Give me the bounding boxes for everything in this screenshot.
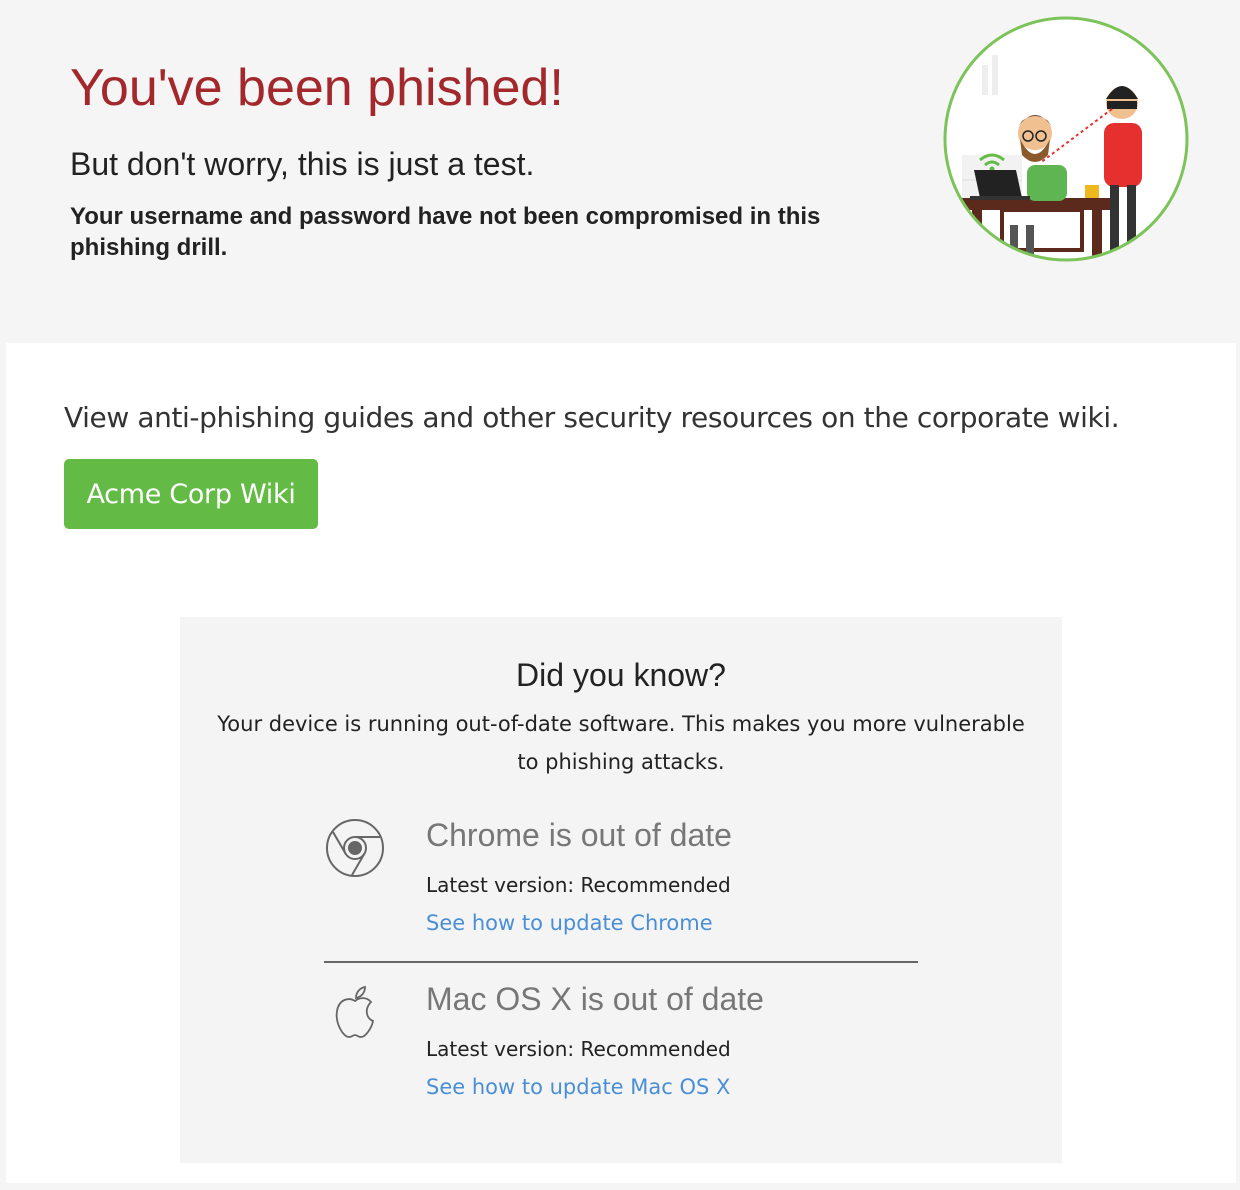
did-you-know-title: Did you know? [516,657,726,693]
section-divider [324,961,918,963]
chrome-version-text: Latest version: Recommended [426,873,731,897]
chrome-icon [326,819,384,877]
macos-outdated-title: Mac OS X is out of date [426,981,764,1017]
wiki-intro-text: View anti-phishing guides and other secu… [64,401,1120,434]
compromise-note: Your username and password have not been… [70,203,821,261]
update-macos-link[interactable]: See how to update Mac OS X [426,1075,730,1099]
did-you-know-text: Your device is running out-of-date softw… [217,712,1025,774]
header-section: You've been phished! But don't worry, th… [0,0,1240,340]
hacker-illustration [943,16,1189,262]
page-title: You've been phished! [70,59,564,117]
page-subtitle: But don't worry, this is just a test. [70,146,535,182]
chrome-outdated-title: Chrome is out of date [426,817,732,853]
update-chrome-link[interactable]: See how to update Chrome [426,911,713,935]
acme-wiki-button[interactable]: Acme Corp Wiki [64,459,318,529]
did-you-know-box: Did you know? Your device is running out… [180,617,1062,1163]
content-panel: View anti-phishing guides and other secu… [6,343,1236,1183]
macos-version-text: Latest version: Recommended [426,1037,731,1061]
apple-icon [335,985,375,1038]
